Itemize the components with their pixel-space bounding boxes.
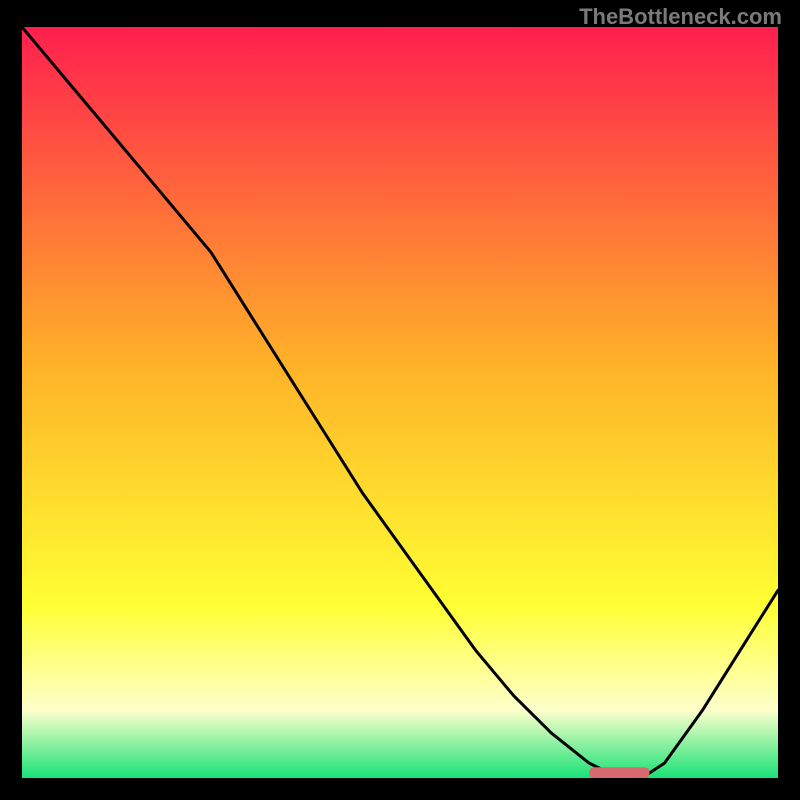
chart-svg xyxy=(22,27,778,778)
chart-plot-area xyxy=(22,27,778,778)
gradient-background xyxy=(22,27,778,778)
optimal-marker xyxy=(589,767,650,778)
watermark-text: TheBottleneck.com xyxy=(579,4,782,30)
